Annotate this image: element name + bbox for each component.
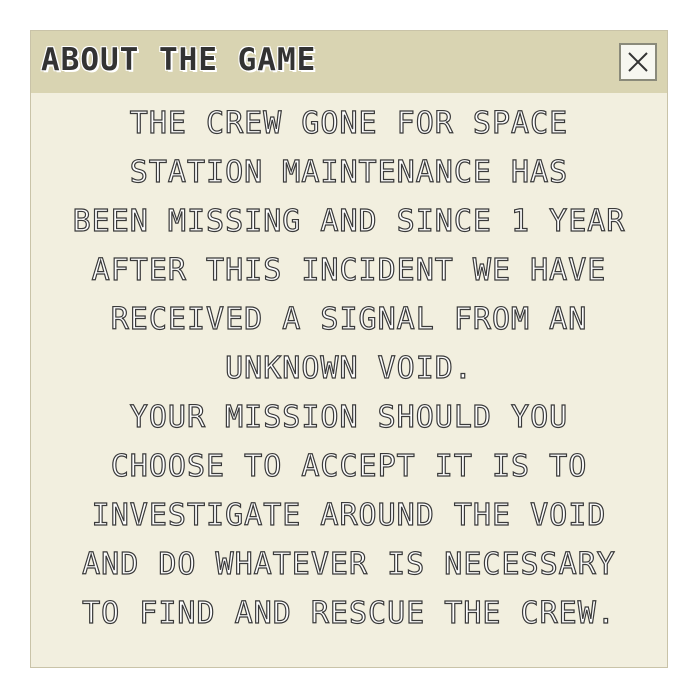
story-line: INVESTIGATE AROUND THE VOID <box>91 497 607 533</box>
story-line: RECEIVED A SIGNAL FROM AN <box>110 301 588 337</box>
story-line: THE CREW GONE FOR SPACE <box>129 105 569 141</box>
story-line: STATION MAINTENANCE HAS <box>129 154 569 190</box>
story-line: UNKNOWN VOID. <box>224 350 473 386</box>
story-line: YOUR MISSION SHOULD YOU <box>129 399 569 435</box>
story-line: TO FIND AND RESCUE THE CREW. <box>82 595 616 631</box>
story-line: AFTER THIS INCIDENT WE HAVE <box>91 252 607 288</box>
story-line: BEEN MISSING AND SINCE 1 YEAR <box>72 203 626 239</box>
dialog-title: ABOUT THE GAME <box>41 42 317 78</box>
story-line: CHOOSE TO ACCEPT IT IS TO <box>110 448 588 484</box>
close-button[interactable] <box>619 43 657 81</box>
close-icon <box>628 52 648 72</box>
story-text: THE CREW GONE FOR SPACE STATION MAINTENA… <box>31 99 667 659</box>
story-line: AND DO WHATEVER IS NECESSARY <box>82 546 616 582</box>
about-dialog: ABOUT THE GAME THE CREW GONE FOR SPACE S… <box>30 30 668 668</box>
dialog-titlebar: ABOUT THE GAME <box>31 31 667 93</box>
